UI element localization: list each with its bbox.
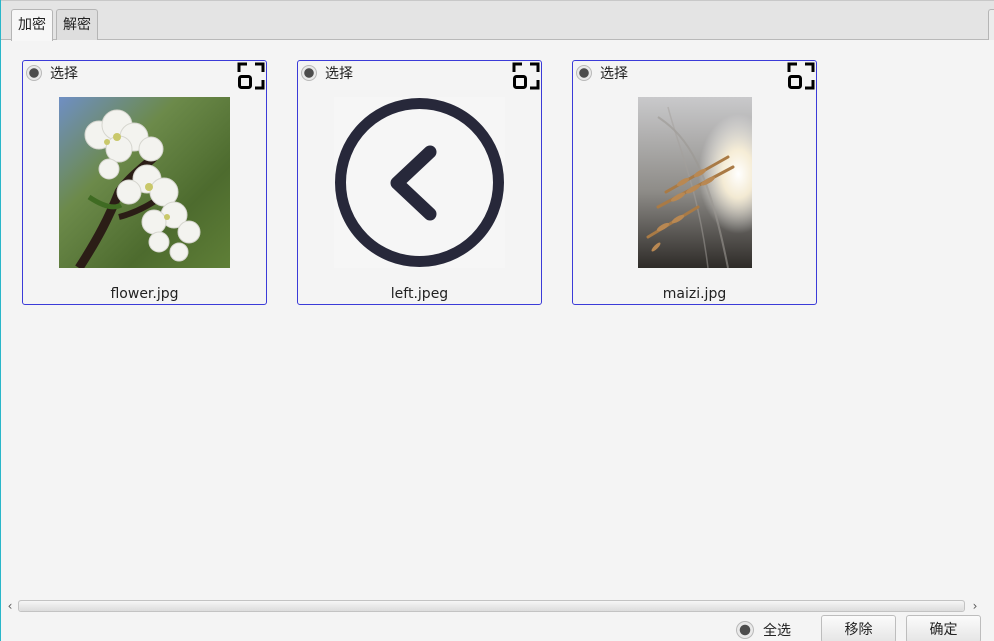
scroll-right-icon[interactable]: ›	[969, 598, 981, 615]
select-all-label: 全选	[763, 623, 791, 639]
select-radio[interactable]: 选择	[26, 64, 78, 82]
tab-bar: 加密 解密	[1, 0, 994, 41]
flower-photo	[59, 97, 230, 268]
image-card: 选择	[572, 60, 817, 305]
radio-icon[interactable]	[301, 65, 317, 81]
thumbnail-image	[59, 97, 230, 268]
crop-icon[interactable]	[236, 61, 266, 91]
thumbnail-image	[609, 97, 780, 268]
scroll-left-icon[interactable]: ‹	[4, 598, 16, 615]
app-window: 加密 解密 选择 flower.jpg 选择 left.jpeg 选择 maiz…	[0, 0, 994, 641]
select-label: 选择	[325, 66, 353, 82]
select-radio[interactable]: 选择	[301, 64, 353, 82]
radio-icon[interactable]	[736, 621, 754, 639]
select-label: 选择	[600, 66, 628, 82]
thumbnail-image	[334, 97, 505, 268]
file-name: left.jpeg	[390, 286, 449, 302]
select-radio[interactable]: 选择	[576, 64, 628, 82]
tab-encrypt[interactable]: 加密	[11, 9, 53, 41]
radio-icon[interactable]	[576, 65, 592, 81]
file-name: maizi.jpg	[662, 286, 727, 302]
file-name: flower.jpg	[110, 286, 179, 302]
confirm-button[interactable]: 确定	[906, 615, 981, 641]
scrollbar-track[interactable]	[18, 600, 965, 612]
bottom-toolbar: 全选 移除 确定	[1, 615, 994, 641]
remove-button[interactable]: 移除	[821, 615, 896, 641]
tab-overflow-edge	[988, 9, 994, 40]
crop-icon[interactable]	[511, 61, 541, 91]
wheat-photo	[637, 97, 752, 268]
scrollbar-thumb[interactable]	[19, 601, 964, 611]
image-card: 选择	[22, 60, 267, 305]
select-all-radio[interactable]: 全选	[736, 620, 791, 640]
radio-icon[interactable]	[26, 65, 42, 81]
select-label: 选择	[50, 66, 78, 82]
left-arrow-circle-icon	[334, 97, 505, 268]
image-card: 选择 left.jpeg	[297, 60, 542, 305]
crop-icon[interactable]	[786, 61, 816, 91]
tab-decrypt[interactable]: 解密	[56, 9, 98, 40]
horizontal-scrollbar[interactable]: ‹ ›	[4, 598, 981, 615]
